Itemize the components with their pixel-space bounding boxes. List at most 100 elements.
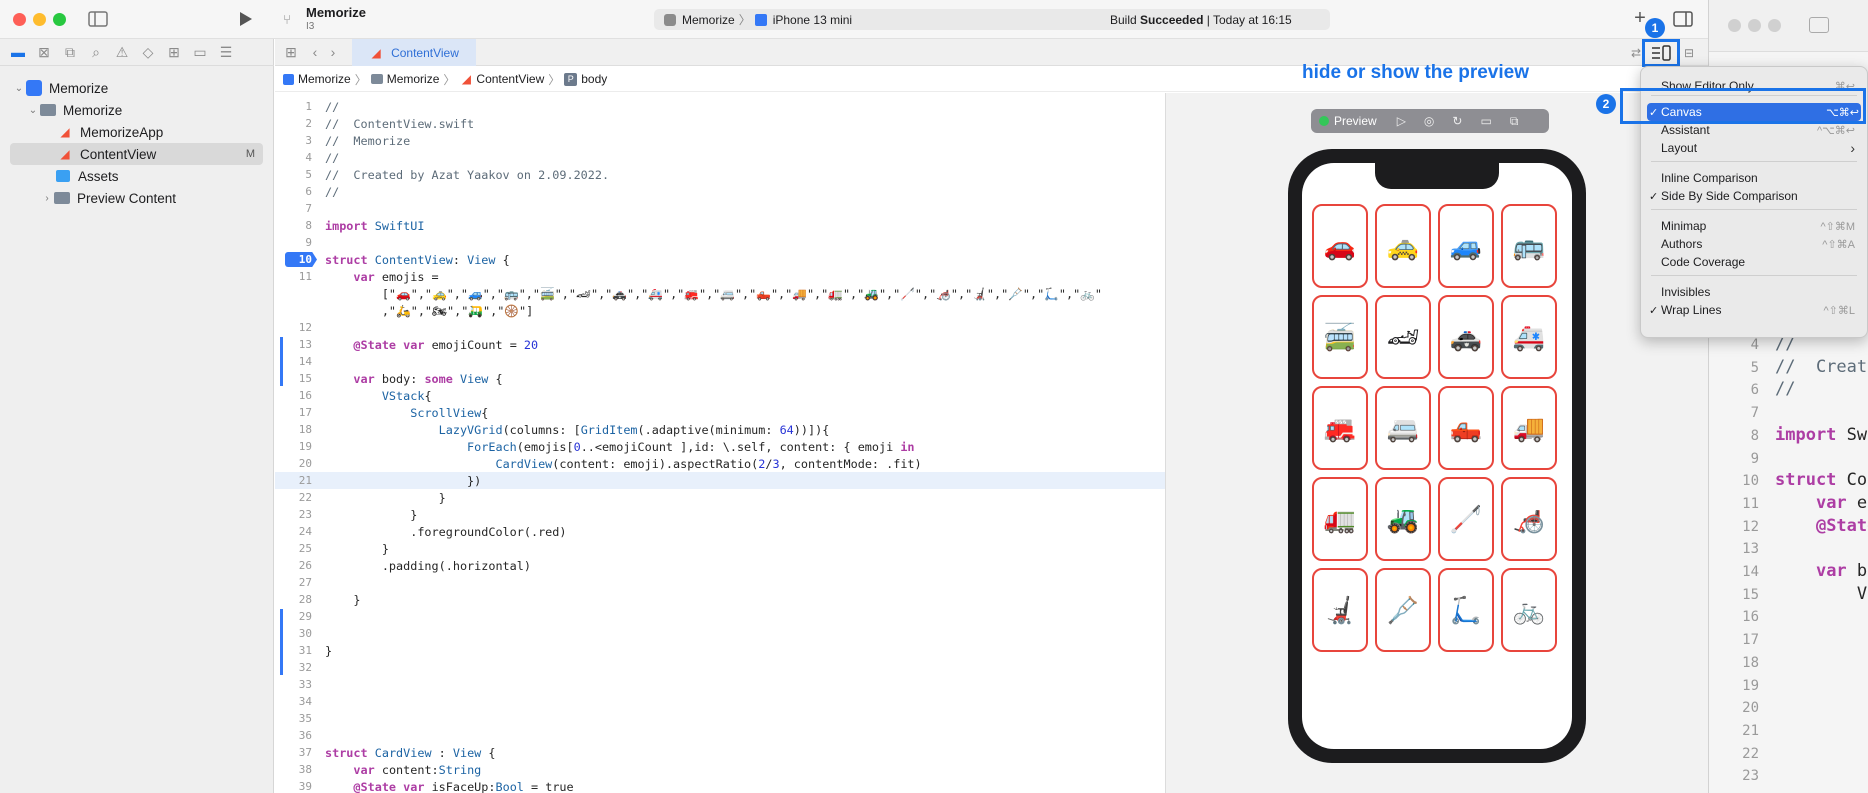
code-line[interactable]: var body: some View { — [325, 372, 502, 386]
back-icon[interactable]: ‹ — [308, 44, 322, 60]
emoji-card[interactable]: 🚲 — [1501, 568, 1557, 652]
emoji-card[interactable]: 🚚 — [1501, 386, 1557, 470]
code-line[interactable]: // Memorize — [325, 134, 410, 148]
debug-icon[interactable]: ⊞ — [161, 44, 187, 61]
sidebar-toggle-icon[interactable] — [1809, 17, 1829, 33]
code-line[interactable]: import SwiftUI — [325, 219, 424, 233]
issue-icon[interactable]: ⚠ — [109, 44, 135, 61]
code-line[interactable]: struct CardView : View { — [325, 746, 496, 760]
menu-item-code-coverage[interactable]: Code Coverage — [1661, 253, 1857, 271]
code-line[interactable]: // — [325, 100, 339, 114]
chevron-down-icon[interactable]: ⌄ — [12, 83, 26, 94]
emoji-card[interactable]: 🚓 — [1438, 295, 1494, 379]
inspect-icon[interactable]: ◎ — [1424, 114, 1434, 128]
menu-item-layout[interactable]: Layout › — [1661, 139, 1857, 157]
zoom-window-button[interactable] — [53, 13, 66, 26]
duplicate-icon[interactable]: ⧉ — [1510, 114, 1519, 129]
tab-contentview[interactable]: ◢ ContentView — [352, 39, 476, 66]
emoji-card[interactable]: 🚕 — [1375, 204, 1431, 288]
code-line[interactable]: struct ContentView: View { — [325, 253, 510, 267]
emoji-card[interactable]: 🚑 — [1501, 295, 1557, 379]
sidebar-toggle-icon[interactable] — [88, 10, 108, 28]
breakpoint-icon[interactable]: ▭ — [187, 44, 213, 61]
emoji-card[interactable]: 🛴 — [1438, 568, 1494, 652]
close-window-button[interactable] — [13, 13, 26, 26]
code-line[interactable]: ForEach(emojis[0..<emojiCount ],id: \.se… — [325, 440, 914, 454]
add-editor-icon[interactable]: ⊟ — [1680, 45, 1698, 61]
menu-item-wrap-lines[interactable]: ✓ Wrap Lines ^⇧⌘L — [1649, 301, 1857, 319]
emoji-card[interactable]: 🦼 — [1312, 568, 1368, 652]
menu-item-authors[interactable]: Authors ^⇧⌘A — [1661, 235, 1857, 253]
code-line[interactable]: VStack{ — [325, 389, 432, 403]
menu-item-inline-comparison[interactable]: Inline Comparison — [1661, 169, 1857, 187]
code-line[interactable]: } — [325, 542, 389, 556]
code-line[interactable]: } — [325, 644, 332, 658]
code-area[interactable]: 1 // 2 // ContentView.swift 3 // Memorize 4 // 5… — [275, 93, 1165, 793]
inactive-window-button[interactable] — [1768, 19, 1781, 32]
code-line[interactable]: LazyVGrid(columns: [GridItem(.adaptive(m… — [325, 423, 830, 437]
scheme-label[interactable]: Memorize — [682, 13, 735, 27]
emoji-card[interactable]: 🚜 — [1375, 477, 1431, 561]
code-line[interactable]: CardView(content: emoji).aspectRatio(2/3… — [325, 457, 921, 471]
code-line[interactable]: ["🚗","🚕","🚙","🚌","🚎","🏎","🚓","🚑","🚒","🚐"… — [325, 287, 1102, 301]
emoji-card[interactable]: 🛻 — [1438, 386, 1494, 470]
menu-item-side-by-side-comparison[interactable]: ✓ Side By Side Comparison — [1649, 187, 1857, 205]
inactive-window-button[interactable] — [1748, 19, 1761, 32]
code-line[interactable]: // Created by Azat Yaakov on 2.09.2022. — [325, 168, 609, 182]
code-line[interactable]: @State var isFaceUp:Bool = true — [325, 780, 573, 793]
run-icon[interactable] — [236, 9, 256, 29]
rotate-icon[interactable]: ↻ — [1452, 114, 1462, 128]
emoji-card[interactable]: 🦽 — [1501, 477, 1557, 561]
code-line[interactable]: // — [325, 151, 339, 165]
code-line[interactable]: // — [325, 185, 339, 199]
folder-icon[interactable]: ▬ — [5, 44, 31, 60]
code-line[interactable]: var emojis = — [325, 270, 438, 284]
breadcrumb-item[interactable]: Memorize — [387, 72, 440, 86]
minimize-window-button[interactable] — [33, 13, 46, 26]
device-label[interactable]: iPhone 13 mini — [773, 13, 852, 27]
emoji-card[interactable]: 🚒 — [1312, 386, 1368, 470]
menu-item-invisibles[interactable]: Invisibles — [1661, 283, 1857, 301]
code-line[interactable]: ,"🛵","🏍","🛺","🛞"] — [325, 304, 533, 318]
preview-label[interactable]: Preview — [1334, 114, 1377, 128]
grid-icon[interactable]: ⊞ — [283, 44, 299, 60]
forward-icon[interactable]: › — [326, 44, 340, 60]
activity-status-bar[interactable]: Memorize 〉 iPhone 13 mini Build Succeede… — [654, 9, 1330, 30]
breadcrumb-item[interactable]: body — [581, 72, 607, 86]
code-line[interactable]: var content:String — [325, 763, 481, 777]
chevron-down-icon[interactable]: ⌄ — [26, 105, 40, 116]
emoji-card[interactable]: 🚛 — [1312, 477, 1368, 561]
emoji-card[interactable]: 🚎 — [1312, 295, 1368, 379]
nav-file-memorizeapp[interactable]: ◢ MemorizeApp — [0, 121, 273, 143]
nav-group-preview-content[interactable]: › Preview Content — [0, 187, 273, 209]
chevron-right-icon[interactable]: › — [40, 193, 54, 204]
play-icon[interactable]: ▷ — [1397, 114, 1406, 128]
emoji-card[interactable]: 🩼 — [1375, 568, 1431, 652]
nav-file-contentview[interactable]: ◢ ContentView M — [10, 143, 263, 165]
source-control-icon[interactable]: ⊠ — [31, 44, 57, 61]
nav-assets[interactable]: Assets — [0, 165, 273, 187]
breadcrumb-item[interactable]: Memorize — [298, 72, 351, 86]
inactive-window-button[interactable] — [1728, 19, 1741, 32]
code-line[interactable]: .padding(.horizontal) — [325, 559, 531, 573]
emoji-card[interactable]: 🏎 — [1375, 295, 1431, 379]
code-line[interactable]: // ContentView.swift — [325, 117, 474, 131]
nav-group-memorize[interactable]: ⌄ Memorize — [0, 99, 273, 121]
code-line[interactable]: .foregroundColor(.red) — [325, 525, 566, 539]
device-settings-icon[interactable]: ▭ — [1480, 114, 1491, 128]
code-line[interactable]: } — [325, 593, 360, 607]
menu-item-minimap[interactable]: Minimap ^⇧⌘M — [1661, 217, 1857, 235]
report-icon[interactable]: ☰ — [213, 44, 239, 61]
code-line[interactable]: }) — [325, 474, 481, 488]
emoji-card[interactable]: 🚙 — [1438, 204, 1494, 288]
emoji-card[interactable]: 🚐 — [1375, 386, 1431, 470]
code-line[interactable]: } — [325, 491, 446, 505]
code-line[interactable]: @State var emojiCount = 20 — [325, 338, 538, 352]
inspector-toggle-icon[interactable] — [1672, 10, 1694, 28]
emoji-card[interactable]: 🦯 — [1438, 477, 1494, 561]
find-icon[interactable]: ⌕ — [83, 44, 109, 61]
emoji-card[interactable]: 🚗 — [1312, 204, 1368, 288]
code-line[interactable]: } — [325, 508, 417, 522]
code-line[interactable]: ScrollView{ — [325, 406, 488, 420]
test-icon[interactable]: ◇ — [135, 44, 161, 61]
